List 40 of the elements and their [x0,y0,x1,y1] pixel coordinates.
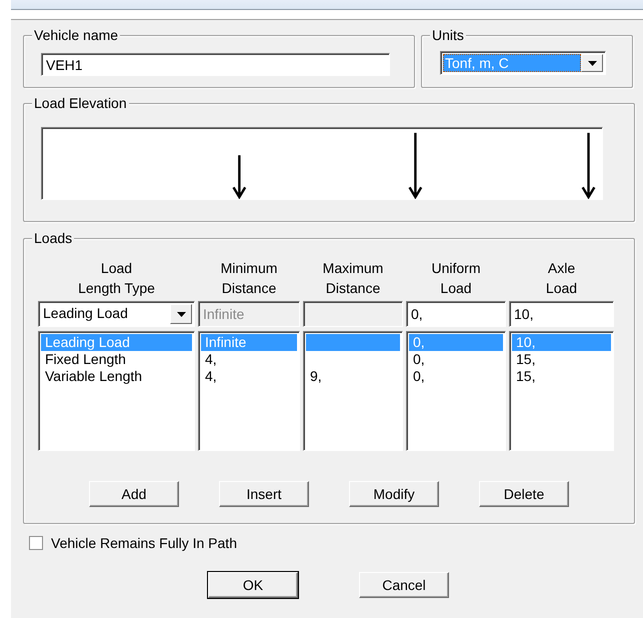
list-item[interactable]: 0, [409,351,503,368]
column-header: Maximum Distance [322,259,384,295]
action-button[interactable]: Insert [219,481,309,507]
load-arrow [232,154,246,200]
action-button[interactable]: Delete [479,481,569,507]
load-arrow [408,132,422,200]
vehicle-name-field[interactable]: VEH1 [41,53,390,76]
checkbox[interactable] [29,536,43,550]
list-box[interactable]: Infinite 4, 4, [198,331,300,451]
list-box[interactable]: Leading Load Fixed Length Variable Length [38,331,195,451]
list-item[interactable]: 4, [201,351,297,368]
column-header: Minimum Distance [220,259,278,295]
group-label: Loads [34,230,72,246]
list-box[interactable]: 0, 0, 0, [406,331,506,451]
action-button[interactable]: Modify [349,481,439,507]
dialog-button[interactable]: Cancel [359,572,449,598]
action-button[interactable]: Add [89,481,179,507]
column-header: Load Length Type [77,259,156,295]
input-field[interactable]: 0, [406,301,506,327]
load-type-dropdown[interactable]: Leading Load [38,301,195,327]
group-label: Units [432,27,464,43]
column-header: Uniform Load [430,259,482,295]
caret-icon [588,60,596,66]
list-item[interactable]: 4, [201,368,297,385]
group-label: Load Elevation [34,95,127,111]
list-box[interactable]: 10, 15, 15, [509,331,614,451]
list-item[interactable]: Fixed Length [41,351,192,368]
column-header: Axle Load [544,259,578,295]
input-field[interactable]: 10, [509,301,614,327]
dialog-button[interactable]: OK [208,572,298,598]
list-item[interactable]: 0, [409,368,503,385]
list-item[interactable]: 15, [512,368,611,385]
load-arrow [581,132,596,200]
group-label: Vehicle name [34,27,118,43]
list-item[interactable]: 9, [306,368,400,385]
checkbox-label: Vehicle Remains Fully In Path [51,535,237,551]
caret-icon [176,312,186,316]
list-item[interactable]: Variable Length [41,368,192,385]
list-box[interactable]: 9, [303,331,403,451]
list-item[interactable]: 15, [512,351,611,368]
